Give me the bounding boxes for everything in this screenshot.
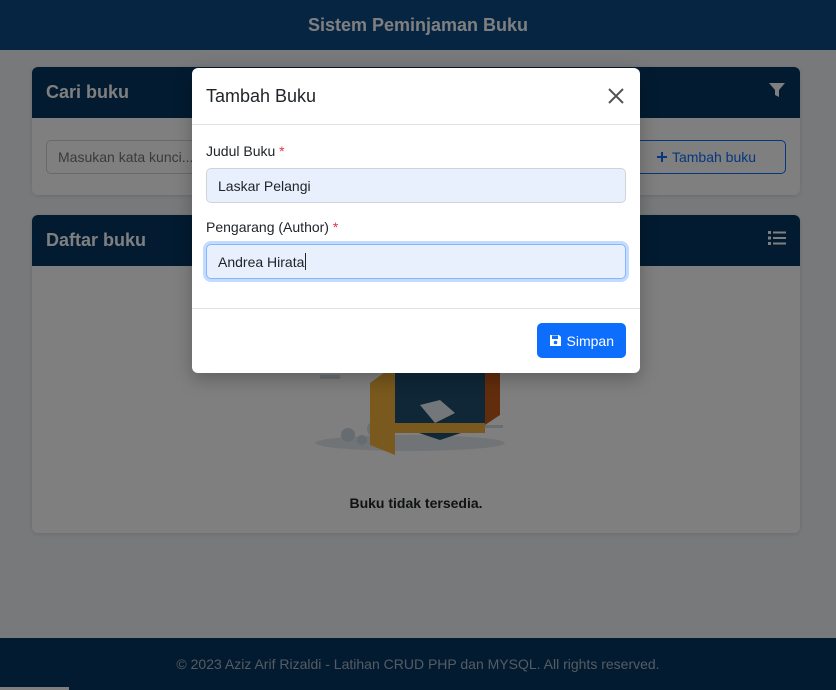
text-caret — [305, 253, 307, 270]
modal-title: Tambah Buku — [206, 85, 317, 106]
add-book-modal: Tambah Buku Judul Buku * Laskar Pelangi … — [192, 68, 640, 373]
modal-footer: Simpan — [192, 309, 640, 372]
title-field-group: Judul Buku * Laskar Pelangi — [206, 143, 626, 203]
author-value: Andrea Hirata — [218, 253, 305, 270]
title-label-text: Judul Buku — [206, 143, 276, 159]
book-title-input[interactable]: Laskar Pelangi — [206, 168, 626, 203]
author-label: Pengarang (Author) * — [206, 219, 626, 235]
title-label: Judul Buku * — [206, 143, 626, 159]
modal-header: Tambah Buku — [192, 68, 640, 125]
close-icon[interactable] — [606, 86, 626, 106]
author-field-group: Pengarang (Author) * Andrea Hirata — [206, 219, 626, 279]
save-button-label: Simpan — [566, 332, 614, 349]
author-input[interactable]: Andrea Hirata — [206, 244, 626, 279]
floppy-disk-icon — [549, 334, 562, 347]
required-mark: * — [332, 219, 339, 235]
author-label-text: Pengarang (Author) — [206, 219, 329, 235]
required-mark: * — [279, 143, 285, 159]
book-title-value: Laskar Pelangi — [218, 177, 311, 194]
save-button[interactable]: Simpan — [536, 323, 626, 358]
modal-body: Judul Buku * Laskar Pelangi Pengarang (A… — [192, 125, 640, 309]
